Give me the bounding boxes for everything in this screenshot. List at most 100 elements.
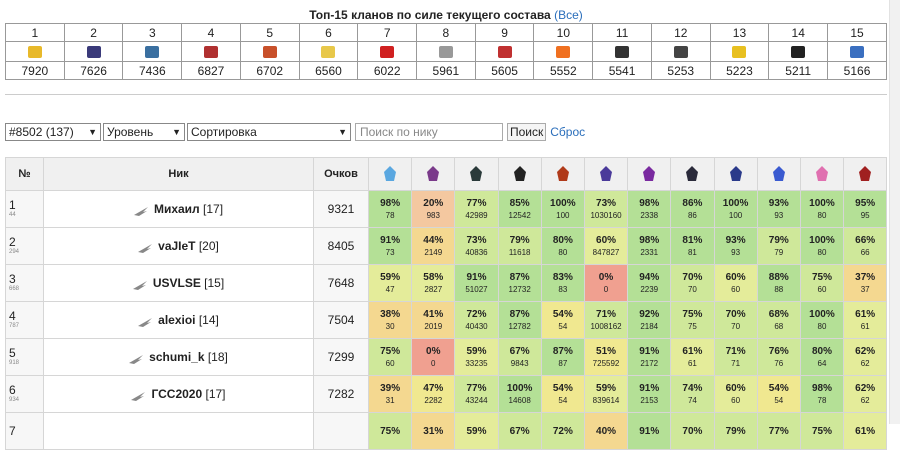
hero-value: 47 [385,284,395,294]
hero-percent: 100% [722,197,749,209]
skull-wings-icon[interactable] [615,46,630,59]
clan-icon-cell[interactable] [298,41,359,62]
hero-percent: 100% [809,308,835,320]
hero-stat-cell: 79% 79 [756,227,801,265]
hero-column-header[interactable] [670,157,715,191]
hero-column-header[interactable] [799,157,845,191]
lock-icon[interactable] [556,46,571,59]
hero-value: 2338 [640,210,659,220]
cat-icon[interactable] [850,46,865,59]
smiley-icon[interactable] [321,46,336,59]
hero-column-header[interactable] [627,157,672,191]
hero-column-header[interactable] [497,157,542,191]
hero-percent: 94% [639,271,660,283]
player-nick[interactable]: ГСС2020 [151,387,202,401]
hero-column-header[interactable] [411,157,456,191]
hero-column-header[interactable] [843,157,888,191]
hero-percent: 91% [639,345,660,357]
search-button[interactable]: Поиск [507,123,547,141]
hero-value: 2019 [424,321,443,331]
clan-icon-cell[interactable] [474,41,535,62]
clan-icon-cell[interactable] [416,41,476,62]
header-score[interactable]: Очков [313,157,369,191]
hero-percent: 68% [768,308,789,320]
player-rank: 3 668 [5,264,44,302]
nick-search-input[interactable]: Поиск по нику [355,123,503,141]
wing-icon [129,353,144,364]
player-nick-cell[interactable]: ГСС2020 [17] [43,375,314,413]
clan-icon-cell[interactable] [122,41,183,62]
hero-column-header[interactable] [540,157,585,191]
page-scrollbar[interactable] [889,0,900,424]
reset-link[interactable]: Сброс [550,125,585,139]
player-nick[interactable]: alexioi [158,313,195,327]
clan-icon-cell[interactable] [239,41,300,62]
hero-stat-cell: 76% 76 [756,338,801,376]
winged-heart-icon[interactable] [791,46,806,59]
header-num[interactable]: № [5,157,44,191]
hero-percent: 38% [380,308,401,320]
table-row: 6 934 ГСС2020 [17] 7282 39% 31 47% 2282 77% 43244… [5,375,888,413]
hero-column-header[interactable] [713,157,758,191]
table-row: 5 918 schumi_k [18] 7299 75% 60 0% 0 59% 33235 67%… [5,338,888,376]
burst-icon[interactable] [497,46,512,59]
clan-select[interactable]: #8502 (137) ▼ [5,123,101,141]
red-stripe-icon[interactable] [380,46,395,59]
ukraine-flag-icon[interactable] [27,46,42,59]
player-nick-cell[interactable] [43,412,314,450]
winged-purple-hero-icon [598,165,614,183]
hero-stat-cell: 73% 1030160 [583,190,629,228]
clan-icon-cell[interactable] [63,41,124,62]
level-select[interactable]: Уровень ▼ [103,123,185,141]
clan-rank: 14 [768,23,829,42]
dm-text-icon[interactable] [438,46,453,59]
slash-icon[interactable] [673,46,688,59]
clan-icon-cell[interactable] [181,41,241,62]
hero-column-header[interactable] [583,157,629,191]
players-table: № Ник Очков 1 44 Михаил [17] 9321 98% 78 20% 98… [5,157,888,450]
header-nick[interactable]: Ник [43,157,314,191]
snowflake-hero-icon [382,165,398,183]
clan-icon-cell[interactable] [357,41,418,62]
hero-stat-cell: 98% 78 [799,375,845,413]
hero-value: 12542 [508,210,531,220]
player-score: 8405 [313,227,369,265]
clan-icon-cell[interactable] [768,41,829,62]
hero-column-header[interactable] [367,157,413,191]
hero-percent: 70% [682,271,703,283]
player-nick-cell[interactable]: Михаил [17] [43,190,314,228]
clan-rank: 4 [181,23,241,42]
hero-value: 68 [774,321,784,331]
shark-icon[interactable] [145,46,160,59]
player-nick[interactable]: Михаил [154,202,200,216]
hero-column-header[interactable] [454,157,499,191]
clan-rank: 12 [650,23,711,42]
player-nick-cell[interactable]: USVLSE [15] [43,264,314,302]
sunset-icon[interactable] [86,46,101,59]
clan-icon-cell[interactable] [827,41,887,62]
clan-icon-cell[interactable] [5,41,65,62]
hero-stat-cell: 77% [756,412,801,450]
shield-icon[interactable] [262,46,277,59]
clan-icon-cell[interactable] [709,41,770,62]
player-nick[interactable]: vaJIeT [158,239,195,253]
crossed-swords-icon[interactable] [204,46,219,59]
hero-value: 12732 [508,284,531,294]
player-rank: 5 918 [5,338,44,376]
hero-value: 2827 [424,284,443,294]
sort-select[interactable]: Сортировка ▼ [187,123,351,141]
player-nick-cell[interactable]: vaJIeT [20] [43,227,314,265]
player-nick-cell[interactable]: alexioi [14] [43,301,314,339]
clan-rank: 2 [63,23,124,42]
player-nick[interactable]: USVLSE [153,276,201,290]
all-clans-link[interactable]: (Все) [554,8,583,22]
hero-column-header[interactable] [756,157,801,191]
player-nick[interactable]: schumi_k [149,350,204,364]
player-nick-cell[interactable]: schumi_k [18] [43,338,314,376]
clan-icon-cell[interactable] [533,41,594,62]
hero-stat-cell: 72% [540,412,585,450]
helmet-icon[interactable] [732,46,747,59]
clan-icon-cell[interactable] [650,41,711,62]
hero-percent: 70% [682,425,703,437]
clan-icon-cell[interactable] [592,41,652,62]
